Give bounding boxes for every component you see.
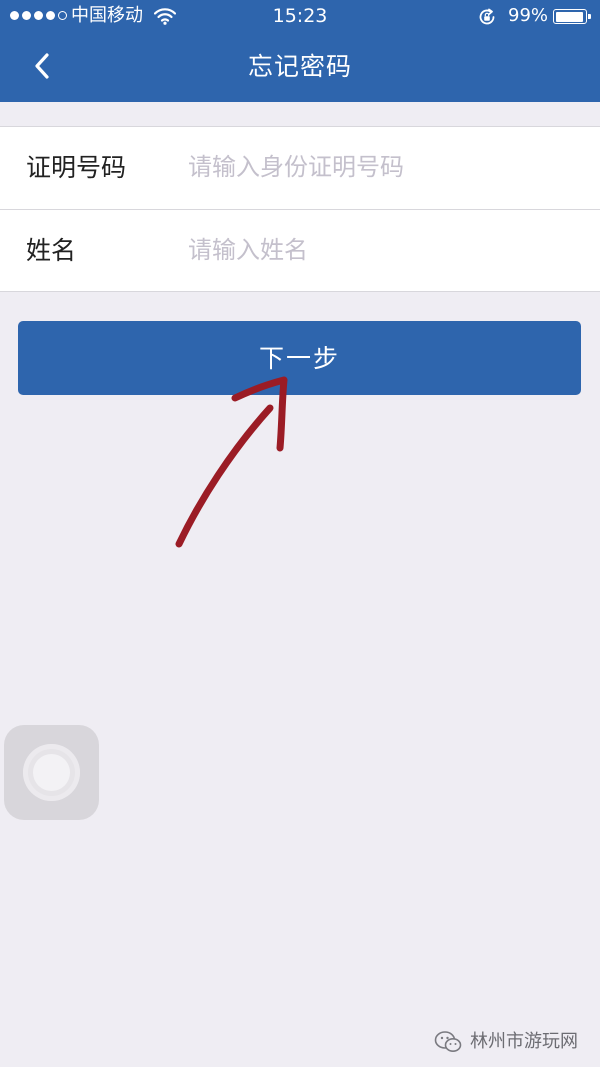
id-number-input[interactable] [186, 145, 580, 189]
next-step-button[interactable]: 下一步 [18, 321, 581, 395]
battery-percent: 99% [508, 5, 549, 26]
forgot-password-screen: 中国移动 15:23 99% 忘记密码 证明号码 请输入身份证明号码 姓名 请输… [0, 0, 600, 1067]
form-card: 证明号码 姓名 [0, 126, 600, 292]
battery-fill [555, 11, 584, 22]
status-bar: 中国移动 15:23 99% [0, 0, 600, 34]
id-number-row: 证明号码 [0, 127, 600, 209]
battery-icon [553, 9, 591, 24]
name-row: 姓名 [0, 210, 600, 292]
name-label: 姓名 [26, 236, 77, 265]
id-number-label: 证明号码 [26, 153, 127, 182]
arrow-shaft [175, 404, 274, 548]
name-input[interactable] [186, 228, 580, 272]
header: 中国移动 15:23 99% 忘记密码 [0, 0, 600, 102]
watermark-text: 林州市游玩网 [470, 1031, 578, 1052]
assistive-touch-core [33, 754, 70, 791]
page-title: 忘记密码 [247, 52, 352, 81]
battery-tip [588, 14, 591, 19]
wechat-icon [434, 1031, 462, 1052]
watermark: 林州市游玩网 [434, 1030, 578, 1054]
assistive-touch-button[interactable] [4, 725, 99, 820]
rotation-lock-icon [477, 7, 497, 32]
